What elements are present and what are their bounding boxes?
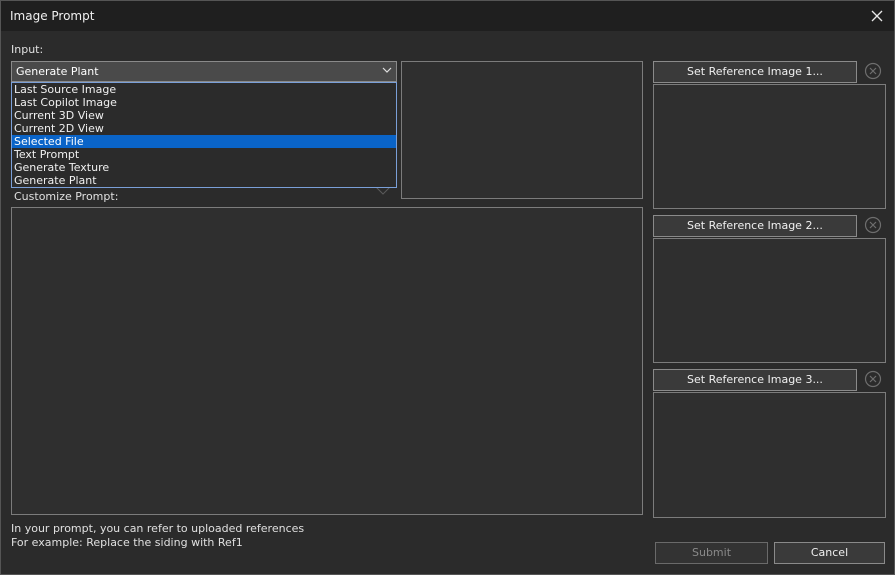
- close-button[interactable]: [866, 5, 888, 27]
- input-select-value: Generate Plant: [16, 65, 99, 78]
- set-reference-image-1-button[interactable]: Set Reference Image 1...: [653, 61, 857, 83]
- clear-circle-icon: [864, 216, 882, 234]
- dropdown-option[interactable]: Last Copilot Image: [12, 96, 396, 109]
- image-prompt-dialog: Image Prompt Input: Generate Plant Last …: [0, 0, 895, 575]
- dropdown-option[interactable]: Current 2D View: [12, 122, 396, 135]
- reference-image-1-preview: [653, 84, 886, 209]
- cancel-button[interactable]: Cancel: [774, 542, 885, 564]
- reference-image-2-preview: [653, 238, 886, 363]
- close-icon: [871, 10, 883, 22]
- chevron-down-icon[interactable]: [382, 65, 392, 75]
- customize-prompt-label: Customize Prompt:: [14, 190, 119, 203]
- dropdown-option[interactable]: Generate Texture: [12, 161, 396, 174]
- prompt-textarea[interactable]: [11, 207, 643, 515]
- dropdown-option[interactable]: Generate Plant: [12, 174, 396, 187]
- dropdown-option[interactable]: Current 3D View: [12, 109, 396, 122]
- clear-reference-3-button[interactable]: [862, 369, 884, 389]
- clear-circle-icon: [864, 370, 882, 388]
- set-reference-image-3-button[interactable]: Set Reference Image 3...: [653, 369, 857, 391]
- input-dropdown-list[interactable]: Last Source Image Last Copilot Image Cur…: [11, 82, 397, 188]
- dropdown-option[interactable]: Last Source Image: [12, 83, 396, 96]
- input-preview-image: [401, 61, 643, 199]
- title-bar[interactable]: Image Prompt: [1, 1, 894, 31]
- dropdown-option-selected[interactable]: Selected File: [12, 135, 396, 148]
- input-label: Input:: [11, 43, 44, 56]
- reference-image-3-preview: [653, 392, 886, 518]
- dropdown-option[interactable]: Text Prompt: [12, 148, 396, 161]
- submit-button[interactable]: Submit: [655, 542, 768, 564]
- hint-line-2: For example: Replace the siding with Ref…: [11, 536, 243, 549]
- clear-circle-icon: [864, 62, 882, 80]
- hint-line-1: In your prompt, you can refer to uploade…: [11, 522, 305, 535]
- clear-reference-1-button[interactable]: [862, 61, 884, 81]
- set-reference-image-2-button[interactable]: Set Reference Image 2...: [653, 215, 857, 237]
- input-select[interactable]: Generate Plant: [11, 61, 397, 82]
- clear-reference-2-button[interactable]: [862, 215, 884, 235]
- window-title: Image Prompt: [10, 9, 95, 23]
